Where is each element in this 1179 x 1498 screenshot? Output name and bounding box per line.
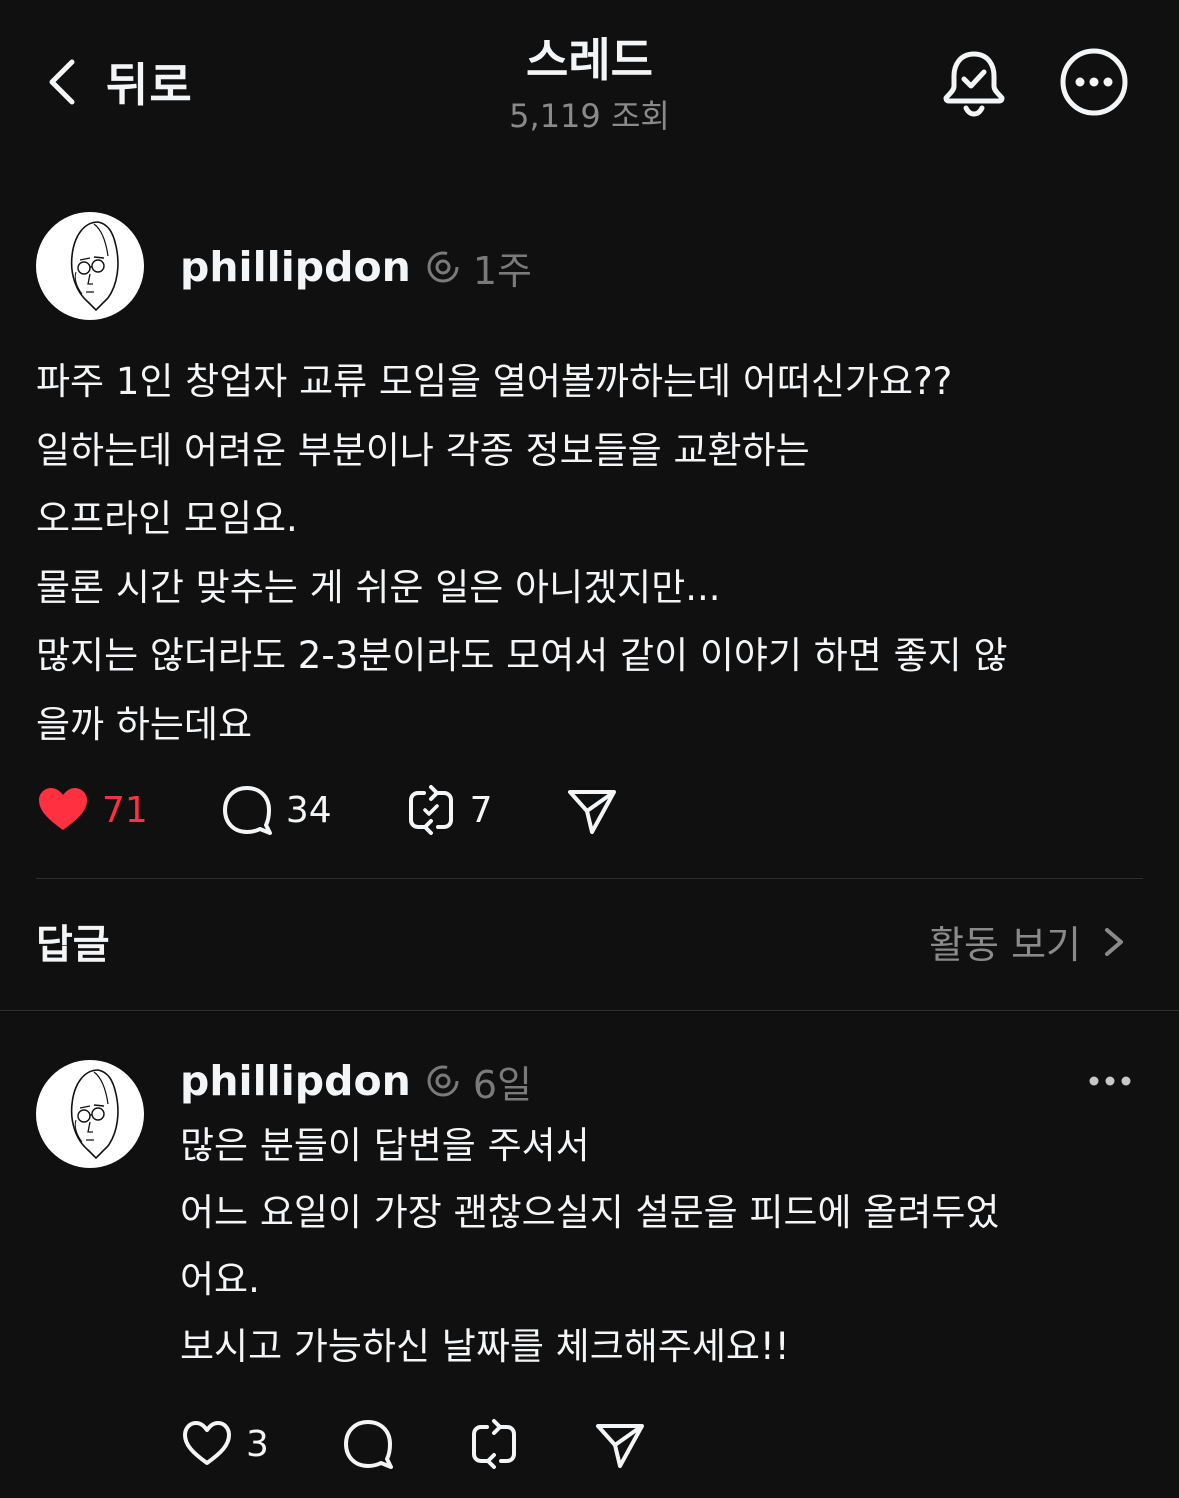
replies-heading: 답글 [36,922,110,968]
avatar-sketch-face [70,221,119,312]
more-options-button[interactable] [1058,46,1130,118]
post-line: 파주 1인 창업자 교류 모임을 열어볼까하는데 어떠신가요?? [36,360,953,403]
post-line: 많지는 않더라도 2-3분이라도 모여서 같이 이야기 하면 좋지 않 [36,634,1008,677]
reply-timestamp: 6일 [472,1062,532,1107]
view-activity-link[interactable]: 활동 보기 [929,914,1129,969]
post-username[interactable]: phillipdon [180,243,411,291]
reply-like-count: 3 [246,1423,269,1465]
like-count: 71 [102,789,148,831]
post-line: 오프라인 모임요. [36,497,298,540]
reply-username[interactable]: phillipdon [180,1057,411,1105]
share-button[interactable] [565,780,619,840]
repost-count: 7 [469,789,493,831]
chevron-right-icon [1105,927,1123,956]
thread-reply-icon [427,251,459,283]
reply-author-row: phillipdon 6일 [180,1054,532,1108]
post-author-row: phillipdon 1주 [180,240,532,294]
reply-line: 어요. [180,1258,260,1301]
post-body: 파주 1인 창업자 교류 모임을 열어볼까하는데 어떠신가요?? 일하는데 어려… [36,348,1156,759]
comment-button[interactable]: 34 [220,780,332,840]
reply-line: 보시고 가능하신 날짜를 체크해주세요!! [180,1325,790,1368]
view-count-label: 조회 [610,97,670,135]
replies-divider [0,1010,1179,1011]
like-button[interactable]: 71 [36,780,148,840]
thread-page: 뒤로 스레드 5,119 조회 phillipdon 1주 파주 1인 창업자 … [0,0,1179,1498]
heart-filled-icon [39,788,87,830]
more-horizontal-icon [1089,1076,1131,1086]
reply-comment-button[interactable] [341,1414,395,1474]
top-bar: 뒤로 스레드 5,119 조회 [0,0,1179,160]
notification-bell-button[interactable] [938,46,1010,118]
reply-line: 어느 요일이 가장 괜찮으실지 설문을 피드에 올려두었 [180,1191,1000,1234]
view-activity-label: 활동 보기 [929,923,1081,967]
post-line: 물론 시간 맞추는 게 쉬운 일은 아니겠지만... [36,565,721,609]
reply-more-button[interactable] [1086,1064,1134,1098]
comment-count: 34 [285,789,332,831]
repost-icon [408,785,453,835]
comment-bubble-icon [222,786,272,835]
reply-actions: 3 [180,1414,647,1474]
reply-like-button[interactable]: 3 [180,1414,269,1474]
post-divider [36,878,1143,879]
heart-outline-icon [183,1421,231,1465]
bell-check-icon [943,51,1005,117]
reply-repost-button[interactable] [467,1414,521,1474]
avatar-sketch-face [70,1069,119,1160]
thread-reply-icon [427,1065,459,1097]
reply-share-button[interactable] [593,1414,647,1474]
comment-bubble-icon [343,1420,393,1469]
send-paper-plane-icon [567,790,616,834]
reply-body: 많은 분들이 답변을 주셔서 어느 요일이 가장 괜찮으실지 설문을 피드에 올… [180,1112,1160,1380]
send-paper-plane-icon [595,1424,644,1468]
post-timestamp: 1주 [472,248,532,293]
more-horizontal-circle-icon [1060,48,1128,116]
view-count-number: 5,119 [509,97,601,135]
post-line: 일하는데 어려운 부분이나 각종 정보들을 교환하는 [36,428,810,472]
post-actions: 71 34 7 [36,780,619,840]
reply-line: 많은 분들이 답변을 주셔서 [180,1124,590,1167]
repost-icon [471,1419,516,1469]
post-line: 을까 하는데요 [36,702,253,746]
avatar[interactable] [36,212,144,320]
reply-avatar[interactable] [36,1060,144,1168]
repost-button[interactable]: 7 [404,780,493,840]
